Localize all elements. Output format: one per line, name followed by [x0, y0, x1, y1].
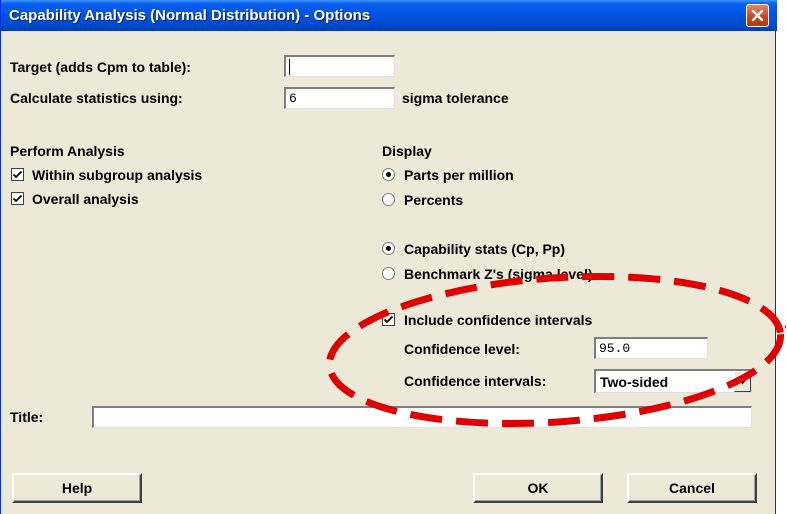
close-button[interactable]	[746, 4, 769, 27]
confidence-level-value: 95.0	[599, 341, 631, 356]
perform-analysis-heading: Perform Analysis	[10, 143, 125, 159]
within-subgroup-label[interactable]: Within subgroup analysis	[32, 167, 202, 183]
confidence-intervals-select[interactable]: Two-sided	[594, 369, 752, 393]
close-icon	[751, 9, 764, 22]
text-caret	[289, 59, 290, 75]
sigma-tolerance-input[interactable]: 6	[284, 87, 395, 109]
parts-per-million-radio[interactable]	[382, 168, 395, 181]
parts-per-million-label[interactable]: Parts per million	[404, 167, 514, 183]
sigma-tolerance-suffix: sigma tolerance	[402, 90, 509, 106]
overall-analysis-checkbox[interactable]	[11, 192, 24, 205]
target-label: Target (adds Cpm to table):	[10, 59, 191, 75]
percents-radio[interactable]	[382, 193, 395, 206]
overall-analysis-label[interactable]: Overall analysis	[32, 191, 139, 207]
window-title: Capability Analysis (Normal Distribution…	[9, 7, 371, 24]
checkmark-icon	[12, 194, 23, 203]
sigma-tolerance-value: 6	[289, 91, 297, 106]
ok-button[interactable]: OK	[473, 473, 603, 503]
title-label: Title:	[10, 409, 44, 425]
checkmark-icon	[383, 315, 394, 324]
chevron-down-icon	[738, 378, 747, 384]
percents-label[interactable]: Percents	[404, 192, 463, 208]
statistics-label: Calculate statistics using:	[10, 90, 183, 106]
title-bar[interactable]: Capability Analysis (Normal Distribution…	[1, 0, 777, 31]
title-input[interactable]	[92, 406, 752, 428]
target-input[interactable]	[284, 55, 395, 77]
confidence-level-input[interactable]: 95.0	[594, 337, 708, 359]
confidence-level-label: Confidence level:	[404, 341, 520, 357]
dropdown-button[interactable]	[734, 371, 751, 392]
include-confidence-checkbox[interactable]	[382, 313, 395, 326]
include-confidence-label[interactable]: Include confidence intervals	[404, 312, 592, 328]
benchmark-z-label[interactable]: Benchmark Z's (sigma level)	[404, 266, 593, 282]
cancel-button[interactable]: Cancel	[627, 473, 757, 503]
confidence-intervals-value: Two-sided	[600, 374, 669, 390]
annotation-tick: '	[784, 322, 787, 338]
capability-stats-label[interactable]: Capability stats (Cp, Pp)	[404, 241, 565, 257]
help-button[interactable]: Help	[12, 473, 142, 503]
within-subgroup-checkbox[interactable]	[11, 168, 24, 181]
options-dialog: Capability Analysis (Normal Distribution…	[0, 0, 777, 514]
display-heading: Display	[382, 143, 432, 159]
capability-stats-radio[interactable]	[382, 242, 395, 255]
checkmark-icon	[12, 170, 23, 179]
benchmark-z-radio[interactable]	[382, 267, 395, 280]
confidence-intervals-label: Confidence intervals:	[404, 373, 547, 389]
